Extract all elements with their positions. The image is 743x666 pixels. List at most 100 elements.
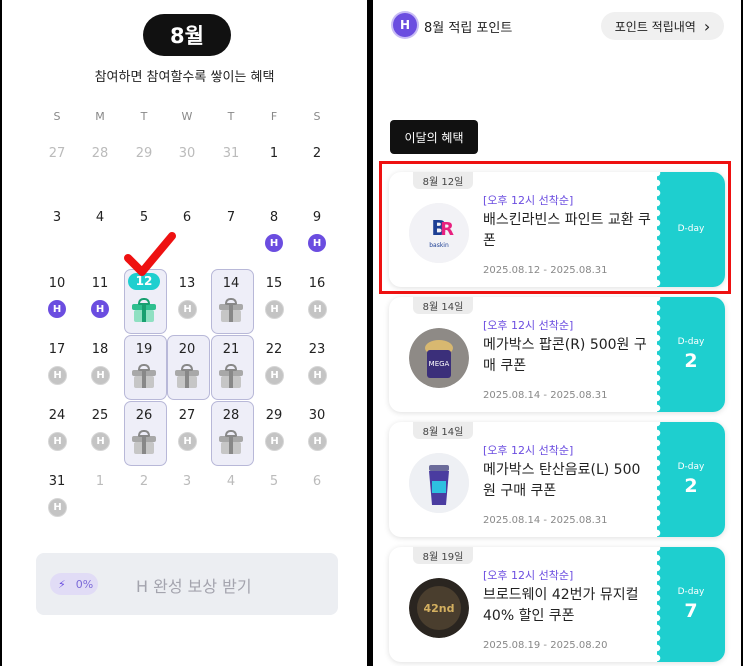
coupon-date-tab: 8월 19일 <box>413 547 473 564</box>
coupon-name: 브로드웨이 42번가 뮤지컬 40% 할인 쿠폰 <box>483 587 639 624</box>
calendar-day[interactable]: 4 <box>85 210 115 225</box>
h-empty-badge: H <box>265 366 284 385</box>
coupon-period: 2025.08.14 - 2025.08.31 <box>483 390 608 401</box>
coupon-card[interactable]: 8월 19일 42nd [오후 12시 선착순] 브로드웨이 42번가 뮤지컬 40%… <box>389 547 725 662</box>
month-label: 8월 <box>143 14 231 56</box>
calendar-subtitle: 참여하면 참여할수록 쌓이는 혜택 <box>94 70 275 85</box>
calendar-day[interactable]: 14 <box>216 276 246 291</box>
coupon-date-tab: 8월 14일 <box>413 297 473 314</box>
calendar-day[interactable]: 28 <box>216 408 246 423</box>
calendar-day: 4 <box>226 474 236 489</box>
h-empty-badge: H <box>308 366 327 385</box>
gift-icon <box>132 298 156 322</box>
calendar-day[interactable]: 17 <box>42 342 72 357</box>
megabox-drink-cup <box>409 453 469 513</box>
chevron-right-icon: › <box>703 16 711 36</box>
gift-icon <box>219 430 243 454</box>
gift-icon <box>219 298 243 322</box>
section-tag: 이달의 혜택 <box>390 120 478 154</box>
musical-poster: 42nd <box>409 578 469 638</box>
calendar-day[interactable]: 20 <box>172 342 202 357</box>
h-logo-icon: H <box>393 13 417 37</box>
calendar-day[interactable]: 18 <box>85 342 115 357</box>
calendar-day[interactable]: 16 <box>302 276 332 291</box>
calendar-day[interactable]: 26 <box>129 408 159 423</box>
h-empty-badge: H <box>265 300 284 319</box>
weekday-label: S <box>53 110 61 123</box>
calendar-day[interactable]: 6 <box>172 210 202 225</box>
dday-number: 7 <box>684 600 698 622</box>
calendar-day: 3 <box>182 474 192 489</box>
gift-icon <box>219 364 243 388</box>
dday-label: D-day <box>677 587 705 597</box>
h-empty-badge: H <box>91 366 110 385</box>
weekday-label: T <box>227 110 235 123</box>
calendar-day: 5 <box>269 474 279 489</box>
coupon-date-tab: 8월 14일 <box>413 422 473 439</box>
h-empty-badge: H <box>91 432 110 451</box>
calendar-day: 28 <box>91 146 109 161</box>
calendar-day[interactable]: 5 <box>129 210 159 225</box>
calendar-day: 1 <box>95 474 105 489</box>
gift-icon <box>132 430 156 454</box>
calendar-day: 31 <box>222 146 240 161</box>
calendar-day: 2 <box>139 474 149 489</box>
svg-text:42nd: 42nd <box>423 602 454 615</box>
calendar-day[interactable]: 27 <box>172 408 202 423</box>
calendar-day[interactable]: 31 <box>42 474 72 489</box>
calendar-day: 27 <box>48 146 66 161</box>
calendar-day: 30 <box>178 146 196 161</box>
calendar-day: 6 <box>312 474 322 489</box>
calendar-day[interactable]: 22 <box>259 342 289 357</box>
calendar-day[interactable]: 2 <box>302 146 332 161</box>
gift-icon <box>175 364 199 388</box>
calendar-day[interactable]: 21 <box>216 342 246 357</box>
weekday-label: F <box>270 110 278 123</box>
h-stamp-badge: H <box>265 234 283 252</box>
coupon-name: 메가박스 팝콘(R) 500원 구매 쿠폰 <box>483 337 647 374</box>
dday-stub: D-day 2 <box>652 297 725 412</box>
coupon-card[interactable]: 8월 14일 MEGA [오후 12시 선착순] 메가박스 팝콘(R) 500원 구매… <box>389 297 725 412</box>
points-history-button[interactable]: 포인트 적립내역 › <box>601 12 724 40</box>
coupon-card[interactable]: 8월 14일 [오후 12시 선착순] 메가박스 탄산음료(L) 500원 구매 쿠… <box>389 422 725 537</box>
calendar-day[interactable]: 19 <box>129 342 159 357</box>
calendar-day: 29 <box>135 146 153 161</box>
coupon-name: 메가박스 탄산음료(L) 500원 구매 쿠폰 <box>483 462 641 499</box>
h-empty-badge: H <box>48 432 67 451</box>
calendar-day[interactable]: 30 <box>302 408 332 423</box>
checkmark-icon <box>124 232 176 276</box>
dday-label: D-day <box>677 462 705 472</box>
calendar-day[interactable]: 7 <box>216 210 246 225</box>
weekday-label: S <box>313 110 321 123</box>
calendar-day[interactable]: 11 <box>85 276 115 291</box>
calendar-day[interactable]: 8 <box>259 210 289 225</box>
dday-number: 2 <box>684 475 698 497</box>
megabox-popcorn: MEGA <box>409 328 469 388</box>
h-stamp-badge: H <box>91 300 109 318</box>
calendar-day[interactable]: 29 <box>259 408 289 423</box>
points-history-label: 포인트 적립내역 <box>614 19 696 34</box>
h-empty-badge: H <box>178 300 197 319</box>
calendar-day[interactable]: 23 <box>302 342 332 357</box>
lightning-icon: ⚡ <box>58 577 66 591</box>
calendar-day[interactable]: 24 <box>42 408 72 423</box>
reward-claim-label: H 완성 보상 받기 <box>136 577 252 596</box>
calendar-day[interactable]: 9 <box>302 210 332 225</box>
calendar-day[interactable]: 3 <box>42 210 72 225</box>
svg-text:MEGA: MEGA <box>429 360 450 368</box>
h-empty-badge: H <box>48 366 67 385</box>
calendar-day[interactable]: 15 <box>259 276 289 291</box>
calendar-day[interactable]: 13 <box>172 276 202 291</box>
dday-label: D-day <box>677 337 705 347</box>
coupon-tag: [오후 12시 선착순] <box>483 569 574 582</box>
h-empty-badge: H <box>265 432 284 451</box>
calendar-day[interactable]: 1 <box>259 146 289 161</box>
calendar-day[interactable]: 10 <box>42 276 72 291</box>
progress-percent: 0% <box>75 577 94 591</box>
calendar-day[interactable]: 25 <box>85 408 115 423</box>
calendar-panel: 8월 참여하면 참여할수록 쌓이는 혜택 S M T W T F S 27 28 29 30 31 1 2… <box>2 0 367 666</box>
h-stamp-badge: H <box>48 300 66 318</box>
dday-stub: D-day 7 <box>652 547 725 662</box>
highlight-box <box>379 161 731 294</box>
weekday-label: W <box>181 110 193 123</box>
